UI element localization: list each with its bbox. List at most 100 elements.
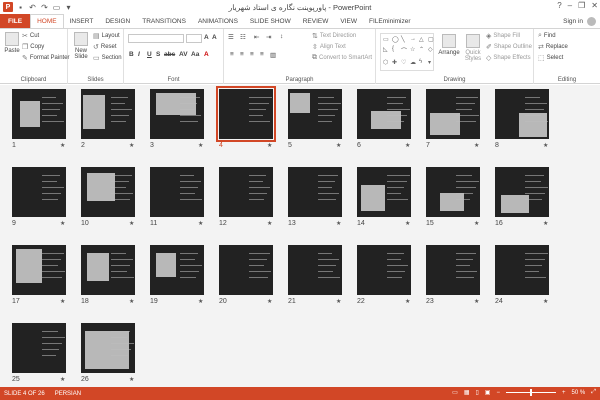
line-spacing-icon[interactable]: ↕ [280, 33, 283, 40]
tab-animations[interactable]: ANIMATIONS [192, 14, 244, 28]
transition-star-icon[interactable]: ★ [129, 298, 134, 305]
decrease-indent-icon[interactable]: ⇤ [254, 33, 259, 41]
diamond-shape-icon[interactable]: ◇ [428, 46, 436, 57]
transition-star-icon[interactable]: ★ [60, 376, 65, 383]
convert-smartart-button[interactable]: ⧉ Convert to SmartArt [312, 54, 372, 62]
transition-star-icon[interactable]: ★ [129, 220, 134, 227]
triangle-shape-icon[interactable]: △ [419, 36, 427, 45]
tab-home[interactable]: HOME [30, 14, 64, 28]
callout-shape-icon[interactable]: ◺ [383, 46, 391, 57]
slide-thumbnail[interactable] [81, 89, 135, 139]
slide-thumbnail[interactable] [495, 245, 549, 295]
layout-button[interactable]: ▤ Layout [93, 32, 120, 40]
line-shape-icon[interactable]: ╲ [401, 36, 409, 45]
slide-thumbnail[interactable] [219, 245, 273, 295]
curve-shape-icon[interactable]: ⌒ [401, 46, 409, 57]
transition-star-icon[interactable]: ★ [267, 220, 272, 227]
change-case-button[interactable]: Aa [191, 51, 199, 58]
slideshow-view-icon[interactable]: ▣ [485, 389, 491, 396]
transition-star-icon[interactable]: ★ [129, 376, 134, 383]
transition-star-icon[interactable]: ★ [198, 142, 203, 149]
transition-star-icon[interactable]: ★ [198, 220, 203, 227]
slide-thumbnail[interactable] [12, 89, 66, 139]
transition-star-icon[interactable]: ★ [474, 142, 479, 149]
shadow-button[interactable]: S [156, 51, 160, 58]
shapes-gallery[interactable]: ▭ ◯ ╲ → △ ▢ ◺{⌒ ☆ ⌃ ◇ ⬡ ✚ ♡ ☁ ϟ ▾ [380, 33, 434, 71]
slide-thumbnail[interactable] [81, 323, 135, 373]
star-shape-icon[interactable]: ☆ [410, 46, 418, 57]
align-right-icon[interactable]: ≡ [250, 51, 254, 58]
oval-shape-icon[interactable]: ◯ [392, 36, 400, 45]
italic-button[interactable]: I [138, 51, 140, 58]
slide-thumbnail[interactable] [216, 86, 276, 142]
language-indicator[interactable]: PERSIAN [55, 391, 81, 397]
sign-in[interactable]: Sign in [563, 17, 596, 26]
section-button[interactable]: ▭ Section [93, 54, 122, 62]
slide-thumbnail[interactable] [495, 89, 549, 139]
slide-thumbnail[interactable] [150, 89, 204, 139]
new-slide-button[interactable]: New Slide [71, 32, 91, 60]
zoom-level[interactable]: 50 % [572, 390, 586, 396]
slide-thumbnail[interactable] [426, 167, 480, 217]
shape-outline-button[interactable]: ✐ Shape Outline [486, 43, 532, 51]
transition-star-icon[interactable]: ★ [543, 298, 548, 305]
transition-star-icon[interactable]: ★ [267, 298, 272, 305]
slide-thumbnail[interactable] [288, 89, 342, 139]
transition-star-icon[interactable]: ★ [336, 220, 341, 227]
transition-star-icon[interactable]: ★ [474, 220, 479, 227]
shape-effects-button[interactable]: ◇ Shape Effects [486, 54, 531, 62]
tab-slide-show[interactable]: SLIDE SHOW [244, 14, 297, 28]
slide-thumbnail[interactable] [288, 245, 342, 295]
slide-thumbnail[interactable] [426, 245, 480, 295]
transition-star-icon[interactable]: ★ [405, 142, 410, 149]
tab-transitions[interactable]: TRANSITIONS [136, 14, 192, 28]
slide-thumbnail[interactable] [150, 245, 204, 295]
slide-thumbnail[interactable] [81, 245, 135, 295]
tab-insert[interactable]: INSERT [64, 14, 100, 28]
find-button[interactable]: ⌕ Find [538, 32, 556, 40]
align-text-button[interactable]: ⇳ Align Text [312, 43, 346, 51]
transition-star-icon[interactable]: ★ [336, 142, 341, 149]
chevron-shape-icon[interactable]: ⌃ [419, 46, 427, 57]
arrange-button[interactable]: Arrange [438, 34, 460, 56]
zoom-slider[interactable] [505, 389, 556, 396]
slide-sorter-view-icon[interactable]: ▦ [464, 389, 470, 396]
zoom-in-button[interactable]: + [562, 390, 566, 396]
reset-button[interactable]: ↺ Reset [93, 43, 117, 51]
text-direction-button[interactable]: ⇅ Text Direction [312, 32, 356, 40]
avatar[interactable] [587, 17, 596, 26]
transition-star-icon[interactable]: ★ [129, 142, 134, 149]
slide-thumbnail[interactable] [12, 167, 66, 217]
slide-thumbnail[interactable] [81, 167, 135, 217]
transition-star-icon[interactable]: ★ [60, 298, 65, 305]
tab-design[interactable]: DESIGN [99, 14, 136, 28]
cut-button[interactable]: ✂ Cut [22, 32, 39, 40]
slide-thumbnail[interactable] [357, 167, 411, 217]
replace-button[interactable]: ⇄ Replace [538, 43, 568, 51]
more-shapes-icon[interactable]: ▾ [428, 59, 436, 68]
hexagon-shape-icon[interactable]: ⬡ [383, 59, 391, 68]
zoom-slider-knob[interactable] [529, 389, 532, 396]
format-painter-button[interactable]: ✎ Format Painter [22, 54, 70, 62]
minimize-button[interactable]: – [568, 1, 572, 10]
columns-icon[interactable]: ▥ [270, 51, 276, 59]
transition-star-icon[interactable]: ★ [543, 220, 548, 227]
font-name-select[interactable] [128, 34, 184, 43]
grow-font-icon[interactable]: A [204, 34, 209, 41]
cloud-shape-icon[interactable]: ☁ [410, 59, 418, 68]
select-button[interactable]: ⬚ Select [538, 54, 563, 62]
slide-thumbnail[interactable] [357, 89, 411, 139]
slide-thumbnail[interactable] [150, 167, 204, 217]
close-button[interactable]: ✕ [591, 1, 598, 10]
transition-star-icon[interactable]: ★ [336, 298, 341, 305]
underline-button[interactable]: U [147, 51, 152, 58]
arrow-shape-icon[interactable]: → [410, 36, 418, 45]
sign-in-label[interactable]: Sign in [563, 18, 583, 25]
normal-view-icon[interactable]: ▭ [452, 389, 458, 396]
tab-fileminimizer[interactable]: FILEminimizer [363, 14, 417, 28]
transition-star-icon[interactable]: ★ [60, 220, 65, 227]
lightning-shape-icon[interactable]: ϟ [419, 59, 427, 68]
tab-review[interactable]: REVIEW [297, 14, 335, 28]
bullets-icon[interactable]: ☰ [228, 33, 234, 41]
strikethrough-button[interactable]: abc [164, 51, 175, 58]
